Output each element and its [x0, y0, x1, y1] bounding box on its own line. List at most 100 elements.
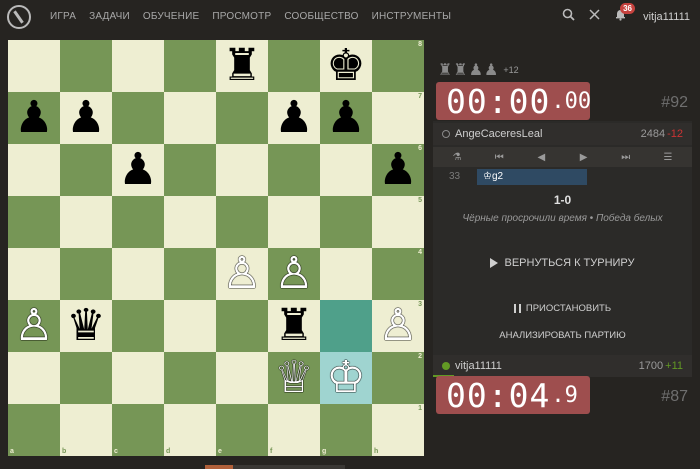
- square-g8[interactable]: ♚: [320, 40, 372, 92]
- square-a5[interactable]: [8, 196, 60, 248]
- square-c6[interactable]: ♟: [112, 144, 164, 196]
- pause-button[interactable]: ПРИОСТАНОВИТЬ: [433, 303, 692, 314]
- chess-piece[interactable]: ♟: [14, 92, 53, 144]
- chess-piece[interactable]: ♙: [274, 248, 313, 300]
- square-h2[interactable]: 2: [372, 352, 424, 404]
- square-b5[interactable]: [60, 196, 112, 248]
- search-icon[interactable]: [559, 8, 577, 26]
- back-to-tournament-button[interactable]: ВЕРНУТЬСЯ К ТУРНИРУ: [433, 257, 692, 269]
- chess-piece[interactable]: ♙: [378, 300, 417, 352]
- chess-piece[interactable]: ♚: [326, 40, 365, 92]
- nav-item-learn[interactable]: ОБУЧЕНИЕ: [143, 11, 199, 22]
- chess-piece[interactable]: ♔: [326, 352, 365, 404]
- square-h6[interactable]: ♟ 6: [372, 144, 424, 196]
- square-f8[interactable]: [268, 40, 320, 92]
- square-h1[interactable]: 1h: [372, 404, 424, 456]
- notifications-bell-icon[interactable]: 36: [611, 3, 636, 26]
- square-h8[interactable]: 8: [372, 40, 424, 92]
- chess-piece[interactable]: ♜: [222, 40, 261, 92]
- square-e2[interactable]: [216, 352, 268, 404]
- nav-item-watch[interactable]: ПРОСМОТР: [212, 11, 271, 22]
- square-g7[interactable]: ♟: [320, 92, 372, 144]
- square-e6[interactable]: [216, 144, 268, 196]
- challenge-swords-icon[interactable]: [585, 8, 603, 26]
- chess-board[interactable]: ♜ ♚ 8 ♟ ♟ ♟ ♟ 7 ♟ ♟ 6 5 ♙ ♙ 4 ♙ ♛ ♜ ♙ 3 ♕ ♔ 2 a b c d e f g 1 h: [8, 40, 424, 456]
- chess-piece[interactable]: ♟: [378, 144, 417, 196]
- square-b2[interactable]: [60, 352, 112, 404]
- square-d8[interactable]: [164, 40, 216, 92]
- chess-piece[interactable]: ♛: [66, 300, 105, 352]
- chess-piece[interactable]: ♟: [118, 144, 157, 196]
- chess-piece[interactable]: ♙: [14, 300, 53, 352]
- square-g3[interactable]: [320, 300, 372, 352]
- user-menu[interactable]: vitja11111: [643, 11, 690, 23]
- nav-item-play[interactable]: ИГРА: [50, 11, 76, 22]
- chess-piece[interactable]: ♕: [274, 352, 313, 404]
- square-a1[interactable]: a: [8, 404, 60, 456]
- square-d6[interactable]: [164, 144, 216, 196]
- move-item-active[interactable]: ♔g2: [477, 169, 587, 185]
- square-g2[interactable]: ♔: [320, 352, 372, 404]
- square-h3[interactable]: ♙ 3: [372, 300, 424, 352]
- square-e8[interactable]: ♜: [216, 40, 268, 92]
- square-a2[interactable]: [8, 352, 60, 404]
- square-f2[interactable]: ♕: [268, 352, 320, 404]
- square-b8[interactable]: [60, 40, 112, 92]
- square-b1[interactable]: b: [60, 404, 112, 456]
- square-e7[interactable]: [216, 92, 268, 144]
- square-f3[interactable]: ♜: [268, 300, 320, 352]
- square-d2[interactable]: [164, 352, 216, 404]
- square-b3[interactable]: ♛: [60, 300, 112, 352]
- square-b4[interactable]: [60, 248, 112, 300]
- square-h5[interactable]: 5: [372, 196, 424, 248]
- square-d7[interactable]: [164, 92, 216, 144]
- square-f1[interactable]: f: [268, 404, 320, 456]
- opponent-name[interactable]: AngeCaceresLeal: [455, 128, 542, 140]
- square-h4[interactable]: 4: [372, 248, 424, 300]
- square-f5[interactable]: [268, 196, 320, 248]
- analyse-game-button[interactable]: АНАЛИЗИРОВАТЬ ПАРТИЮ: [433, 330, 692, 341]
- lichess-logo-icon[interactable]: [7, 5, 31, 29]
- square-c3[interactable]: [112, 300, 164, 352]
- square-c1[interactable]: c: [112, 404, 164, 456]
- square-g5[interactable]: [320, 196, 372, 248]
- square-a8[interactable]: [8, 40, 60, 92]
- self-name[interactable]: vitja11111: [455, 360, 502, 372]
- nav-item-tools[interactable]: ИНСТРУМЕНТЫ: [372, 11, 452, 22]
- square-c2[interactable]: [112, 352, 164, 404]
- last-move-icon[interactable]: ⏭: [616, 152, 636, 163]
- chess-piece[interactable]: ♟: [274, 92, 313, 144]
- square-e1[interactable]: e: [216, 404, 268, 456]
- square-f4[interactable]: ♙: [268, 248, 320, 300]
- analysis-flask-icon[interactable]: ⚗: [447, 152, 467, 163]
- square-c7[interactable]: [112, 92, 164, 144]
- self-player-row[interactable]: vitja11111 1700 +11: [433, 355, 692, 377]
- square-a3[interactable]: ♙: [8, 300, 60, 352]
- chess-piece[interactable]: ♟: [66, 92, 105, 144]
- square-d3[interactable]: [164, 300, 216, 352]
- square-h7[interactable]: 7: [372, 92, 424, 144]
- square-g4[interactable]: [320, 248, 372, 300]
- next-move-icon[interactable]: ▶: [574, 152, 594, 163]
- square-d1[interactable]: d: [164, 404, 216, 456]
- square-e4[interactable]: ♙: [216, 248, 268, 300]
- first-move-icon[interactable]: ⏮: [489, 152, 509, 163]
- square-a4[interactable]: [8, 248, 60, 300]
- nav-item-puzzles[interactable]: ЗАДАЧИ: [89, 11, 130, 22]
- square-c8[interactable]: [112, 40, 164, 92]
- square-f6[interactable]: [268, 144, 320, 196]
- menu-icon[interactable]: ☰: [658, 152, 678, 163]
- prev-move-icon[interactable]: ◀: [531, 152, 551, 163]
- chess-piece[interactable]: ♜: [274, 300, 313, 352]
- square-g1[interactable]: g: [320, 404, 372, 456]
- chess-piece[interactable]: ♟: [326, 92, 365, 144]
- square-g6[interactable]: [320, 144, 372, 196]
- square-a6[interactable]: [8, 144, 60, 196]
- square-c4[interactable]: [112, 248, 164, 300]
- square-b6[interactable]: [60, 144, 112, 196]
- opponent-player-row[interactable]: AngeCaceresLeal 2484 -12: [433, 123, 692, 145]
- square-c5[interactable]: [112, 196, 164, 248]
- square-b7[interactable]: ♟: [60, 92, 112, 144]
- chess-piece[interactable]: ♙: [222, 248, 261, 300]
- square-d4[interactable]: [164, 248, 216, 300]
